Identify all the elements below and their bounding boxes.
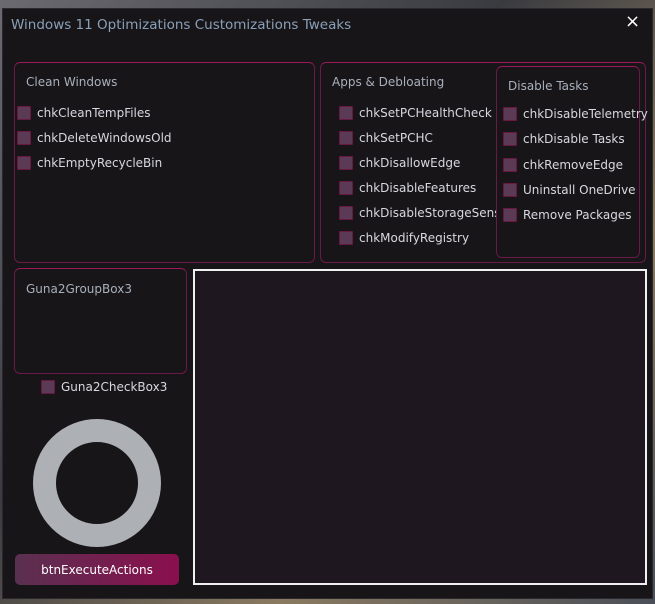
checkbox-box[interactable] bbox=[503, 157, 517, 172]
progress-ring bbox=[33, 419, 161, 547]
checkbox-box[interactable] bbox=[503, 208, 517, 223]
checkbox-chkmodifyregistry[interactable]: chkModifyRegistry bbox=[339, 231, 469, 245]
checkbox-box[interactable] bbox=[339, 181, 353, 195]
checkbox-label: chkRemoveEdge bbox=[523, 157, 624, 172]
checkbox-uninstall-onedrive[interactable]: Uninstall OneDrive bbox=[503, 182, 636, 197]
group-label: Apps & Debloating bbox=[332, 75, 445, 89]
group-apps-debloating: Apps & Debloating chkSetPCHealthCheck chk… bbox=[320, 62, 648, 263]
checkbox-box[interactable] bbox=[503, 182, 517, 197]
group-label: Disable Tasks bbox=[508, 79, 589, 93]
checkbox-label: chkModifyRegistry bbox=[359, 231, 470, 245]
checkbox-chkdisablestoragesense[interactable]: chkDisableStorageSense bbox=[339, 206, 508, 220]
group-label: Guna2GroupBox3 bbox=[26, 282, 132, 296]
checkbox-label: chkEmptyRecycleBin bbox=[37, 156, 163, 170]
checkbox-box[interactable] bbox=[17, 156, 31, 170]
checkbox-label: chkDisableFeatures bbox=[359, 181, 477, 195]
checkbox-remove-packages[interactable]: Remove Packages bbox=[503, 208, 632, 223]
execute-actions-button[interactable]: btnExecuteActions bbox=[15, 554, 179, 585]
checkbox-chkdisable-tasks[interactable]: chkDisable Tasks bbox=[503, 132, 625, 147]
checkbox-label: chkDisallowEdge bbox=[359, 156, 461, 170]
group-disable-tasks: Disable Tasks chkDisableTelemetry chkDisa… bbox=[496, 66, 648, 258]
checkbox-label: Uninstall OneDrive bbox=[523, 182, 636, 197]
checkbox-chkdisallowedge[interactable]: chkDisallowEdge bbox=[339, 156, 460, 170]
checkbox-chksetpchc[interactable]: chkSetPCHC bbox=[339, 131, 433, 145]
checkbox-label: chkDisableStorageSense bbox=[359, 206, 508, 220]
checkbox-box[interactable] bbox=[339, 231, 353, 245]
output-panel bbox=[193, 269, 647, 585]
window-title: Windows 11 Optimizations Customizations … bbox=[11, 17, 352, 33]
checkbox-label: Guna2CheckBox3 bbox=[61, 380, 168, 394]
main-window: Windows 11 Optimizations Customizations … bbox=[2, 8, 653, 599]
checkbox-box[interactable] bbox=[339, 131, 353, 145]
checkbox-chkdeletewindowsold[interactable]: chkDeleteWindowsOld bbox=[17, 131, 172, 145]
checkbox-chkemptyrecyclebin[interactable]: chkEmptyRecycleBin bbox=[17, 156, 162, 170]
checkbox-label: chkDeleteWindowsOld bbox=[37, 131, 172, 145]
group-clean-windows: Clean Windows chkCleanTempFiles chkDelete… bbox=[14, 62, 315, 263]
close-icon[interactable]: × bbox=[625, 11, 640, 32]
checkbox-chkremoveedge[interactable]: chkRemoveEdge bbox=[503, 157, 624, 172]
checkbox-box[interactable] bbox=[503, 132, 517, 147]
checkbox-box[interactable] bbox=[17, 106, 31, 120]
group-label: Clean Windows bbox=[26, 75, 118, 89]
checkbox-chkcleantempfiles[interactable]: chkCleanTempFiles bbox=[17, 106, 151, 120]
checkbox-chkdisablefeatures[interactable]: chkDisableFeatures bbox=[339, 181, 476, 195]
checkbox-label: Remove Packages bbox=[523, 208, 632, 223]
checkbox-chkdisabletelemetry[interactable]: chkDisableTelemetry bbox=[503, 107, 648, 121]
checkbox-chksetpchealthcheck[interactable]: chkSetPCHealthCheck bbox=[339, 106, 492, 120]
checkbox-box[interactable] bbox=[339, 106, 353, 120]
checkbox-box[interactable] bbox=[17, 131, 31, 145]
checkbox-label: chkCleanTempFiles bbox=[37, 106, 151, 120]
checkbox-box[interactable] bbox=[503, 107, 517, 121]
checkbox-box[interactable] bbox=[41, 380, 55, 394]
guna2-checkbox-3[interactable]: Guna2CheckBox3 bbox=[41, 380, 167, 394]
checkbox-label: chkDisableTelemetry bbox=[523, 107, 648, 121]
checkbox-box[interactable] bbox=[339, 206, 353, 220]
checkbox-label: chkDisable Tasks bbox=[523, 132, 625, 147]
checkbox-label: chkSetPCHC bbox=[359, 131, 433, 145]
checkbox-box[interactable] bbox=[339, 156, 353, 170]
group-box-3: Guna2GroupBox3 bbox=[14, 268, 187, 374]
checkbox-label: chkSetPCHealthCheck bbox=[359, 106, 492, 120]
